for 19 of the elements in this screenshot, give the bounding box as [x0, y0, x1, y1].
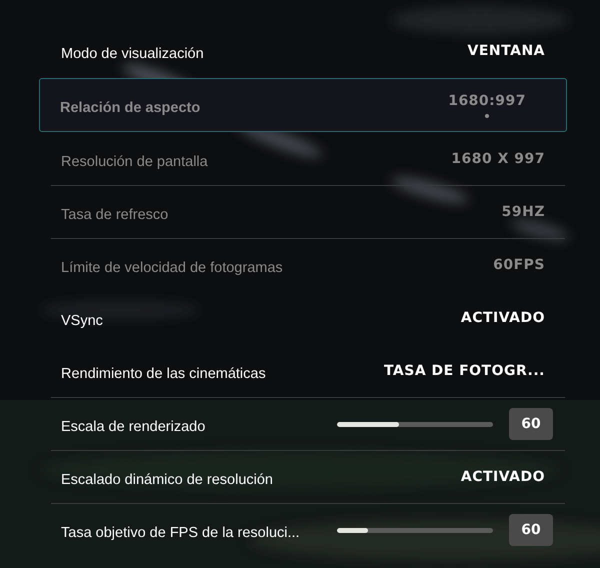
setting-value[interactable]: TASA DE FOTOGR...: [384, 363, 545, 379]
setting-value[interactable]: VENTANA: [468, 43, 545, 59]
slider-value: 60: [509, 408, 553, 440]
setting-label: Relación de aspecto: [60, 100, 200, 116]
setting-label: Escalado dinámico de resolución: [61, 472, 273, 488]
slider-value: 60: [509, 514, 553, 546]
slider-track[interactable]: [337, 528, 493, 532]
setting-label: Tasa de refresco: [61, 207, 168, 223]
setting-label: VSync: [61, 313, 103, 329]
setting-value[interactable]: ACTIVADO: [460, 310, 545, 326]
page-dot-icon: [485, 114, 490, 118]
setting-label: Resolución de pantalla: [61, 154, 208, 170]
setting-label: Límite de velocidad de fotogramas: [61, 260, 283, 276]
setting-label: Rendimiento de las cinemáticas: [61, 366, 266, 382]
setting-label: Escala de renderizado: [61, 419, 206, 435]
setting-label: Tasa objetivo de FPS de la resoluci...: [61, 525, 300, 541]
setting-value[interactable]: ACTIVADO: [460, 469, 545, 485]
setting-label: Modo de visualización: [61, 46, 204, 62]
slider-track[interactable]: [337, 422, 493, 426]
